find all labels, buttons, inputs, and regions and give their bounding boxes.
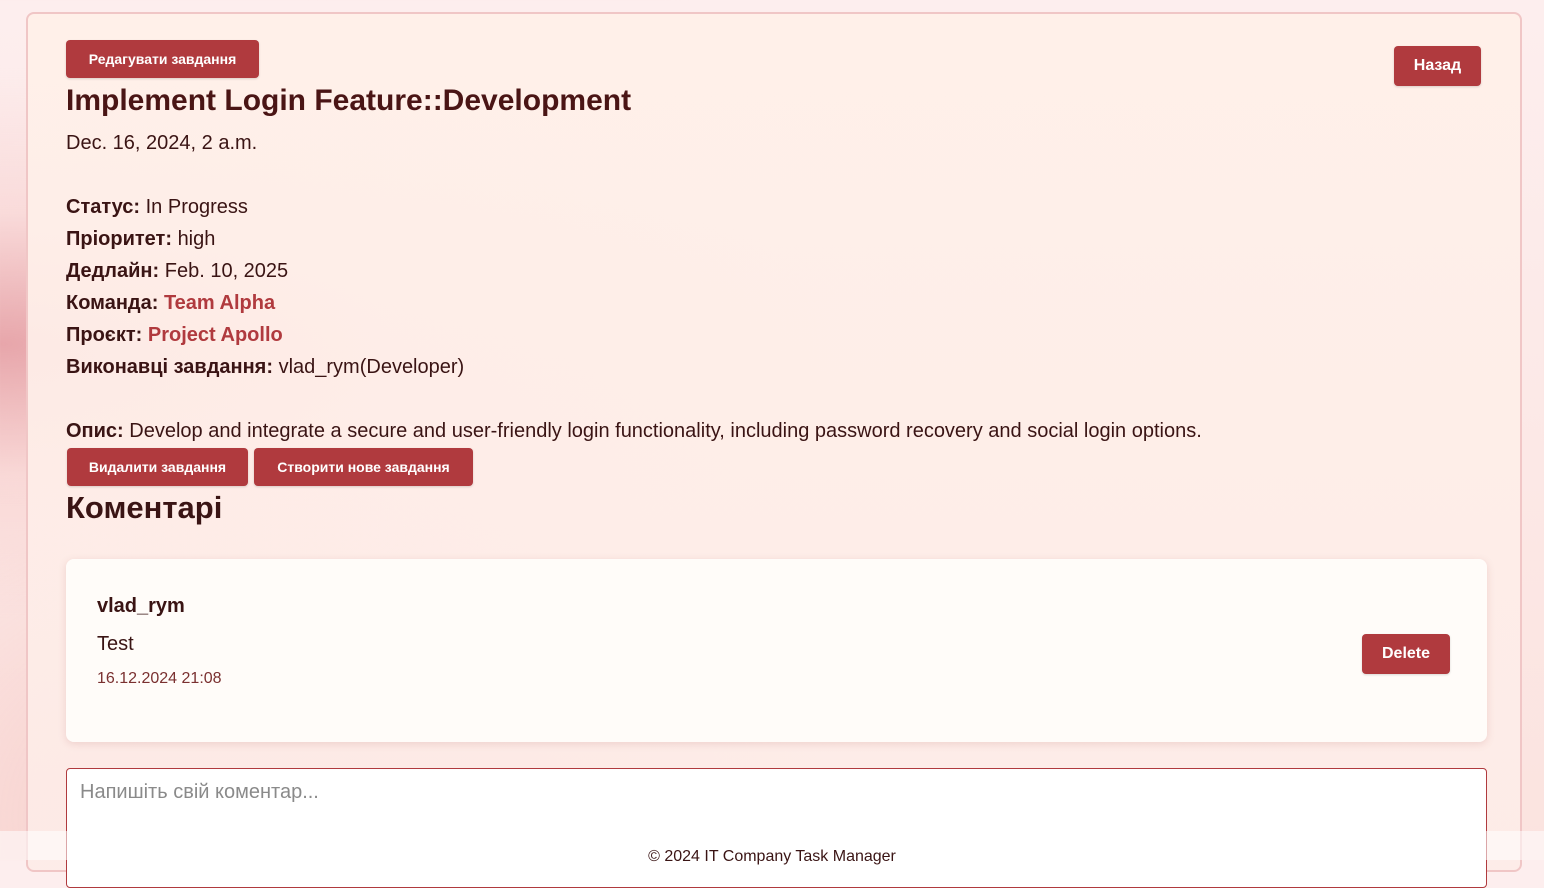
footer-text: © 2024 IT Company Task Manager xyxy=(648,848,896,865)
deadline-label: Дедлайн: xyxy=(66,260,160,282)
project-label: Проєкт: xyxy=(66,324,143,346)
team-row: Команда: Team Alpha xyxy=(66,292,275,315)
priority-label: Пріоритет: xyxy=(66,228,172,250)
assignees-label: Виконавці завдання: xyxy=(66,356,274,378)
comments-heading: Коментарі xyxy=(66,490,223,525)
task-detail-card: Редагувати завдання Назад Implement Logi… xyxy=(26,12,1522,888)
delete-task-button[interactable]: Видалити завдання xyxy=(67,448,248,486)
comment-timestamp: 16.12.2024 21:08 xyxy=(97,670,222,687)
create-task-button[interactable]: Створити нове завдання xyxy=(254,448,473,486)
comment-text: Test xyxy=(97,633,134,655)
description-label: Опис: xyxy=(66,420,124,442)
priority-row: Пріоритет: high xyxy=(66,228,215,251)
description-value: Develop and integrate a secure and user-… xyxy=(129,420,1202,442)
description-row: Опис: Develop and integrate a secure and… xyxy=(66,420,1202,443)
footer: © 2024 IT Company Task Manager xyxy=(0,831,1544,865)
task-created-date: Dec. 16, 2024, 2 a.m. xyxy=(66,132,258,154)
team-label: Команда: xyxy=(66,292,159,314)
comment-card: vlad_rym Test 16.12.2024 21:08 Delete xyxy=(66,559,1487,742)
deadline-row: Дедлайн: Feb. 10, 2025 xyxy=(66,260,288,283)
priority-value: high xyxy=(177,228,216,250)
edit-task-button[interactable]: Редагувати завдання xyxy=(66,40,259,78)
comment-input[interactable] xyxy=(66,768,1487,888)
deadline-value: Feb. 10, 2025 xyxy=(164,260,289,282)
assignees-row: Виконавці завдання: vlad_rym(Developer) xyxy=(66,356,464,379)
delete-comment-button[interactable]: Delete xyxy=(1362,634,1450,674)
status-label: Статус: xyxy=(66,196,141,218)
status-value: In Progress xyxy=(145,196,248,218)
project-row: Проєкт: Project Apollo xyxy=(66,324,283,347)
back-button[interactable]: Назад xyxy=(1394,46,1481,86)
status-row: Статус: In Progress xyxy=(66,196,248,219)
assignees-value: vlad_rym(Developer) xyxy=(278,356,465,378)
project-link[interactable]: Project Apollo xyxy=(148,324,283,346)
task-title: Implement Login Feature::Development xyxy=(66,84,632,117)
team-link[interactable]: Team Alpha xyxy=(164,292,275,314)
comment-author: vlad_rym xyxy=(97,595,185,617)
